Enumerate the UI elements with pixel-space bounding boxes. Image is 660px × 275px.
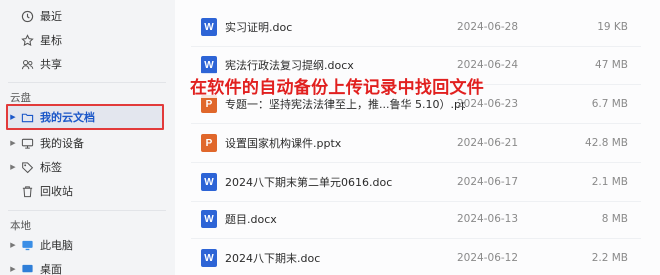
sidebar-item-label: 我的设备 [40, 137, 84, 150]
sidebar-item-label: 最近 [40, 10, 62, 23]
folder-icon [20, 110, 34, 124]
sidebar-item-label: 共享 [40, 58, 62, 71]
word-doc-icon: W [201, 173, 217, 191]
file-size: 19 KB [597, 21, 628, 33]
file-size: 2.2 MB [591, 252, 628, 264]
file-row[interactable]: W 题目.docx 2024-06-13 8 MB [175, 200, 660, 238]
sidebar-item-recent[interactable]: 最近 [8, 5, 166, 27]
divider [8, 82, 166, 83]
file-row[interactable]: P 设置国家机构课件.pptx 2024-06-21 42.8 MB [175, 124, 660, 162]
section-title-cloud: 云盘 [10, 92, 31, 104]
sidebar-item-label: 桌面 [40, 263, 62, 275]
ppt-file-icon: P [201, 134, 217, 152]
sidebar-item-my-cloud-docs[interactable]: ▶ 我的云文档 [6, 104, 164, 130]
sidebar-item-label: 我的云文档 [40, 111, 95, 124]
sidebar-item-starred[interactable]: 星标 [8, 29, 166, 51]
word-doc-icon: W [201, 56, 217, 74]
chevron-right-icon[interactable]: ▶ [8, 139, 18, 147]
desktop-icon [20, 262, 34, 275]
tag-icon [20, 160, 34, 174]
file-name: 设置国家机构课件.pptx [225, 137, 342, 150]
annotation-text: 在软件的自动备份上传记录中找回文件 [190, 73, 485, 98]
device-icon [20, 136, 34, 150]
clock-icon [20, 9, 34, 23]
file-date: 2024-06-17 [457, 176, 519, 188]
file-name: 实习证明.doc [225, 21, 293, 34]
trash-icon [20, 184, 34, 198]
file-row[interactable]: W 2024八下期末第二单元0616.doc 2024-06-17 2.1 MB [175, 163, 660, 201]
file-date: 2024-06-12 [457, 252, 519, 264]
file-size: 47 MB [595, 59, 628, 71]
sidebar-item-label: 星标 [40, 34, 62, 47]
section-title-local: 本地 [10, 220, 31, 232]
word-doc-icon: W [201, 18, 217, 36]
share-icon [20, 57, 34, 71]
sidebar-item-this-pc[interactable]: ▶ 此电脑 [8, 234, 166, 256]
file-size: 2.1 MB [591, 176, 628, 188]
sidebar-item-label: 此电脑 [40, 239, 73, 252]
file-row[interactable]: W 2024八下期末.doc 2024-06-12 2.2 MB [175, 239, 660, 275]
sidebar-item-my-devices[interactable]: ▶ 我的设备 [8, 132, 166, 154]
sidebar-item-label: 标签 [40, 161, 62, 174]
sidebar-item-desktop[interactable]: ▶ 桌面 [8, 258, 166, 275]
file-row[interactable]: W 实习证明.doc 2024-06-28 19 KB [175, 8, 660, 46]
chevron-right-icon[interactable]: ▶ [8, 163, 18, 171]
file-name: 专题一：坚持宪法法律至上，推...鲁华 5.10）.pptx [225, 98, 465, 111]
sidebar: 最近 星标 共享 云盘 ▶ 我的云文档 ▶ 我的设备 ▶ 标签 回收站 本地 ▶… [0, 0, 175, 275]
chevron-right-icon[interactable]: ▶ [8, 113, 18, 121]
file-name: 2024八下期末第二单元0616.doc [225, 176, 393, 189]
file-size: 42.8 MB [585, 137, 628, 149]
file-date: 2024-06-21 [457, 137, 519, 149]
file-size: 6.7 MB [591, 98, 628, 110]
file-name: 题目.docx [225, 213, 277, 226]
word-doc-icon: W [201, 249, 217, 267]
sidebar-item-shared[interactable]: 共享 [8, 53, 166, 75]
chevron-right-icon[interactable]: ▶ [8, 265, 18, 273]
sidebar-item-tags[interactable]: ▶ 标签 [8, 156, 166, 178]
file-list: W 实习证明.doc 2024-06-28 19 KB W 宪法行政法复习提纲.… [175, 0, 660, 275]
file-name: 2024八下期末.doc [225, 252, 321, 265]
file-date: 2024-06-28 [457, 21, 519, 33]
file-name: 宪法行政法复习提纲.docx [225, 59, 354, 72]
sidebar-item-trash[interactable]: 回收站 [8, 180, 166, 202]
file-date: 2024-06-13 [457, 213, 519, 225]
computer-icon [20, 238, 34, 252]
word-doc-icon: W [201, 210, 217, 228]
chevron-right-icon[interactable]: ▶ [8, 241, 18, 249]
sidebar-item-label: 回收站 [40, 185, 73, 198]
file-size: 8 MB [601, 213, 628, 225]
star-icon [20, 33, 34, 47]
divider [8, 210, 166, 211]
file-date: 2024-06-24 [457, 59, 519, 71]
file-date: 2024-06-23 [457, 98, 519, 110]
